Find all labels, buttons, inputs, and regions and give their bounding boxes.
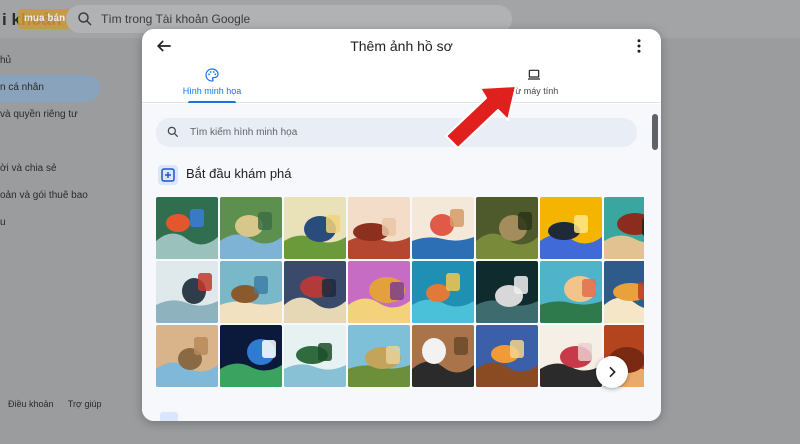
next-section-icon (160, 412, 178, 421)
add-profile-photo-dialog: Thêm ảnh hồ sơ Hình minh họa Từ máy tính… (142, 29, 661, 421)
thumb-earth-art (220, 325, 282, 387)
sidebar-item-home[interactable]: hủ (0, 48, 110, 75)
sidebar-item-security[interactable] (0, 129, 110, 156)
section-title: Bắt đầu khám phá (186, 166, 292, 181)
sidebar-item-personal-info[interactable]: n cá nhân (0, 75, 100, 102)
thumb-beach[interactable] (540, 261, 602, 323)
sidebar-item-privacy[interactable]: và quyền riêng tư (0, 102, 110, 129)
illustration-search-box[interactable] (156, 118, 637, 147)
thumb-boxing[interactable] (412, 197, 474, 259)
thumb-sailboat[interactable] (220, 261, 282, 323)
dialog-content: Bắt đầu khám phá (142, 104, 661, 421)
next-carousel-button[interactable] (596, 356, 628, 388)
palette-icon (205, 68, 219, 82)
thumb-gate-art (348, 261, 410, 323)
thumb-desert-city[interactable] (156, 325, 218, 387)
thumb-forest[interactable] (284, 325, 346, 387)
thumb-bowling-art (540, 325, 602, 387)
thumb-sloth-art (476, 197, 538, 259)
thumb-camera-art (540, 197, 602, 259)
thumb-shoes[interactable] (348, 197, 410, 259)
search-icon (78, 12, 92, 26)
thumb-bowling[interactable] (540, 325, 602, 387)
thumb-sloth[interactable] (476, 197, 538, 259)
thumb-desert-city-art (156, 325, 218, 387)
thumb-temple[interactable] (284, 197, 346, 259)
more-options-icon[interactable] (630, 37, 648, 55)
illustration-grid (156, 197, 644, 393)
red-arrow-annotation (445, 85, 517, 149)
thumb-balloon[interactable] (604, 261, 644, 323)
thumb-chameleon-art (156, 197, 218, 259)
illustration-search-input[interactable] (190, 118, 620, 147)
sidebar-item-payments[interactable]: oản và gói thuê bao (0, 183, 110, 210)
thumb-astronaut-art (476, 261, 538, 323)
thumb-waterfall[interactable] (220, 197, 282, 259)
thumb-shoes-art (348, 197, 410, 259)
thumb-pyramid[interactable] (348, 325, 410, 387)
thumb-football-art (284, 261, 346, 323)
sidebar-item-about[interactable]: u (0, 210, 110, 237)
scrollbar-thumb[interactable] (652, 114, 658, 150)
tab-illustrations[interactable]: Hình minh họa (142, 65, 282, 103)
thumb-fish-art (412, 261, 474, 323)
tab-illustrations-label: Hình minh họa (182, 86, 242, 96)
search-icon (167, 126, 179, 138)
thumb-tiger[interactable] (412, 325, 474, 387)
thumb-beach-art (540, 261, 602, 323)
chevron-right-icon (609, 366, 616, 378)
footer-help-link[interactable]: Trợ giúp (68, 399, 102, 409)
thumb-ship-art (156, 261, 218, 323)
laptop-icon (528, 69, 540, 80)
thumb-people-art (604, 197, 644, 259)
thumb-sailboat-art (220, 261, 282, 323)
dialog-header: Thêm ảnh hồ sơ (142, 29, 661, 63)
thumb-astronaut[interactable] (476, 261, 538, 323)
thumb-temple-art (284, 197, 346, 259)
footer-terms-link[interactable]: Điều khoản (8, 399, 54, 409)
active-tab-indicator (188, 101, 236, 103)
thumb-pyramid-art (348, 325, 410, 387)
background-sidebar: hủ n cá nhân và quyền riêng tư ời và chi… (0, 48, 110, 237)
thumb-camera[interactable] (540, 197, 602, 259)
thumb-tiger-art (412, 325, 474, 387)
sidebar-item-people-sharing[interactable]: ời và chia sẻ (0, 156, 110, 183)
thumb-people[interactable] (604, 197, 644, 259)
thumb-chameleon[interactable] (156, 197, 218, 259)
thumb-forest-art (284, 325, 346, 387)
thumb-horse[interactable] (476, 325, 538, 387)
thumb-boxing-art (412, 197, 474, 259)
thumb-ship[interactable] (156, 261, 218, 323)
thumb-balloon-art (604, 261, 644, 323)
dialog-title: Thêm ảnh hồ sơ (350, 38, 453, 54)
background-footer: Điều khoản Trợ giúp (8, 399, 113, 409)
explore-icon (158, 165, 178, 185)
thumb-earth[interactable] (220, 325, 282, 387)
dialog-tabs: Hình minh họa Từ máy tính (142, 65, 661, 103)
thumb-horse-art (476, 325, 538, 387)
thumb-gate[interactable] (348, 261, 410, 323)
background-search-placeholder: Tìm trong Tài khoản Google (101, 12, 251, 26)
thumb-fish[interactable] (412, 261, 474, 323)
thumb-waterfall-art (220, 197, 282, 259)
thumb-football[interactable] (284, 261, 346, 323)
